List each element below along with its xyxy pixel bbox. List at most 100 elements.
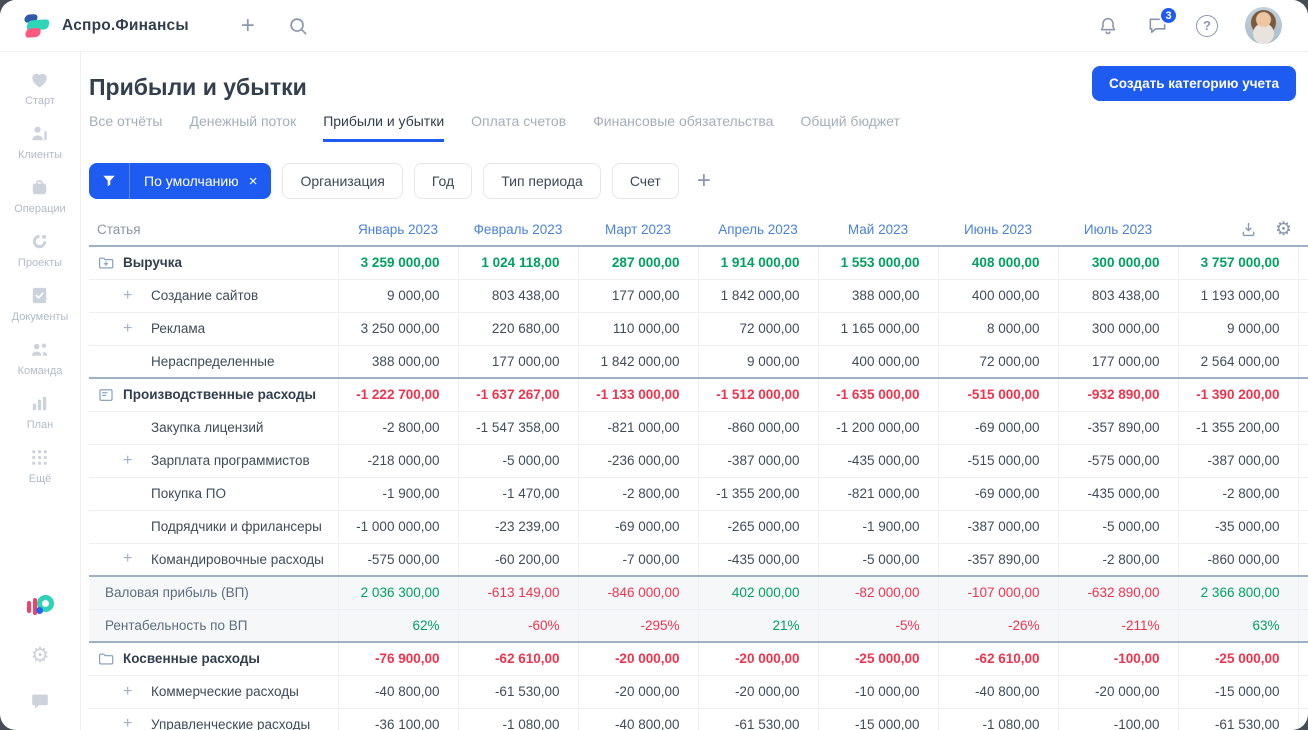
value-cell: 1 193 000,00 xyxy=(1177,279,1298,312)
sidebar-item-team[interactable]: Команда xyxy=(12,338,69,377)
row-label[interactable]: Управленческие расходы xyxy=(151,717,310,730)
sidebar-item-label: Старт xyxy=(25,95,55,107)
value-cell: -2 800,00 xyxy=(1177,477,1298,510)
value-cell: -632 890,00 xyxy=(1057,576,1178,609)
row-label[interactable]: Косвенные расходы xyxy=(123,651,260,666)
row-label[interactable]: Коммерческие расходы xyxy=(151,684,299,699)
filter-button[interactable]: Счет xyxy=(611,163,679,199)
tab-2[interactable]: Денежный поток xyxy=(189,113,296,142)
value-cell: -10 000,00 xyxy=(817,675,938,708)
row-label[interactable]: Создание сайтов xyxy=(151,288,258,303)
folder-plus-icon xyxy=(97,254,115,272)
value-cell: -387 000,00 xyxy=(937,510,1058,543)
sidebar-item-heart[interactable]: Старт xyxy=(12,68,69,107)
row-label: Рентабельность по ВП xyxy=(105,617,248,633)
value-cell: -69 000,00 xyxy=(937,411,1058,444)
add-filter-icon[interactable]: + xyxy=(697,169,711,193)
expand-plus-icon[interactable]: + xyxy=(123,715,151,730)
create-plus-icon[interactable]: + xyxy=(241,13,255,38)
table-row: Подрядчики и фрилансеры -1 000 000,00 -23 … xyxy=(89,510,1308,543)
pnl-table-wrap: Статья Январь 2023 Февраль 2023 Март 2023 А… xyxy=(89,213,1308,730)
expand-plus-icon[interactable]: + xyxy=(123,320,151,338)
value-cell: -860 000,00 xyxy=(697,411,818,444)
row-label[interactable]: Реклама xyxy=(151,321,205,336)
active-filter-chip[interactable]: По умолчанию × xyxy=(89,163,272,199)
plan-icon xyxy=(28,392,51,415)
value-cell: -387 000,00 xyxy=(1177,444,1298,477)
partner-logo-icon[interactable] xyxy=(26,593,54,621)
messages-badge: 3 xyxy=(1159,6,1178,25)
help-icon[interactable]: ? xyxy=(1196,14,1218,37)
value-cell: 72 000,00 xyxy=(937,345,1058,378)
sidebar-item-projects[interactable]: Проекты xyxy=(12,230,69,269)
more-icon xyxy=(28,446,51,469)
value-cell: -100,00 xyxy=(1057,708,1178,730)
team-icon xyxy=(28,338,51,361)
row-label[interactable]: Нераспределенные xyxy=(151,354,275,369)
value-cell: -1 222 700,00 xyxy=(337,378,458,411)
download-icon[interactable] xyxy=(1239,220,1258,239)
expand-plus-icon[interactable]: + xyxy=(123,550,151,568)
create-category-button[interactable]: Создать категорию учета xyxy=(1092,66,1296,101)
row-label[interactable]: Командировочные расходы xyxy=(151,552,324,567)
table-row: Закупка лицензий -2 800,00 -1 547 358,00 -8… xyxy=(89,411,1308,444)
value-cell: -357 890,00 xyxy=(937,543,1058,576)
value-cell: 2 564 000,00 xyxy=(1177,345,1298,378)
remove-filter-icon[interactable]: × xyxy=(249,173,258,190)
filter-button[interactable]: Год xyxy=(413,163,473,199)
value-cell: 1 165 000,00 xyxy=(817,312,938,345)
sidebar-item-plan[interactable]: План xyxy=(12,392,69,431)
sidebar-item-label: Ещё xyxy=(28,473,52,485)
settings-gear-icon[interactable]: ⚙ xyxy=(31,645,50,666)
tab-6[interactable]: Общий бюджет xyxy=(800,113,899,142)
support-chat-icon[interactable] xyxy=(29,690,51,712)
topbar-actions: 3 ? xyxy=(1097,6,1282,44)
table-row: Нераспределенные 388 000,00 177 000,00 1 84… xyxy=(89,345,1308,378)
value-cell: -860 000,00 xyxy=(1177,543,1298,576)
table-header-row: Статья Январь 2023 Февраль 2023 Март 2023 А… xyxy=(89,213,1308,247)
value-cell: 3 757 000,00 xyxy=(1177,246,1298,279)
value-cell: -515 000,00 xyxy=(937,444,1058,477)
value-cell: 110 000,00 xyxy=(577,312,698,345)
value-cell: 72 000,00 xyxy=(697,312,818,345)
value-cell: -82 000,00 xyxy=(817,576,938,609)
table-row: + Создание сайтов 9 000,00 803 438,00 177 00… xyxy=(89,279,1308,312)
search-icon[interactable] xyxy=(287,15,309,37)
sidebar-item-operations[interactable]: Операции xyxy=(12,176,69,215)
row-label[interactable]: Зарплата программистов xyxy=(151,453,310,468)
notifications-bell-icon[interactable] xyxy=(1097,15,1119,37)
clipped-column xyxy=(1297,378,1308,411)
tab-1[interactable]: Все отчёты xyxy=(89,113,162,142)
row-label[interactable]: Производственные расходы xyxy=(123,387,316,402)
row-label[interactable]: Подрядчики и фрилансеры xyxy=(151,519,322,534)
table-settings-gear-icon[interactable]: ⚙ xyxy=(1275,220,1292,239)
value-cell: -35 000,00 xyxy=(1177,510,1298,543)
expand-plus-icon[interactable]: + xyxy=(123,287,151,305)
value-cell: -1 512 000,00 xyxy=(697,378,818,411)
tab-3[interactable]: Прибыли и убытки xyxy=(323,113,445,142)
value-cell: 300 000,00 xyxy=(1057,246,1178,279)
value-cell: 287 000,00 xyxy=(577,246,698,279)
value-cell: -15 000,00 xyxy=(817,708,938,730)
value-cell: 9 000,00 xyxy=(697,345,818,378)
row-label[interactable]: Выручка xyxy=(123,255,182,270)
value-cell: -60 200,00 xyxy=(457,543,578,576)
sidebar-item-more[interactable]: Ещё xyxy=(12,446,69,485)
value-cell: 388 000,00 xyxy=(817,279,938,312)
top-bar: Аспро.Финансы + 3 ? xyxy=(0,0,1308,52)
filter-button[interactable]: Организация xyxy=(282,163,403,199)
sidebar-item-clients[interactable]: Клиенты xyxy=(12,122,69,161)
messages-chat-icon[interactable]: 3 xyxy=(1146,6,1178,37)
row-label[interactable]: Закупка лицензий xyxy=(151,420,263,435)
operations-icon xyxy=(28,176,51,199)
value-cell: -575 000,00 xyxy=(337,543,458,576)
tab-4[interactable]: Оплата счетов xyxy=(471,113,566,142)
tab-5[interactable]: Финансовые обязательства xyxy=(593,113,773,142)
user-avatar[interactable] xyxy=(1245,7,1282,44)
sidebar-item-documents[interactable]: Документы xyxy=(12,284,68,323)
expand-plus-icon[interactable]: + xyxy=(123,452,151,470)
value-cell: -40 800,00 xyxy=(577,708,698,730)
filter-button[interactable]: Тип периода xyxy=(483,163,601,199)
row-label[interactable]: Покупка ПО xyxy=(151,486,226,501)
expand-plus-icon[interactable]: + xyxy=(123,683,151,701)
